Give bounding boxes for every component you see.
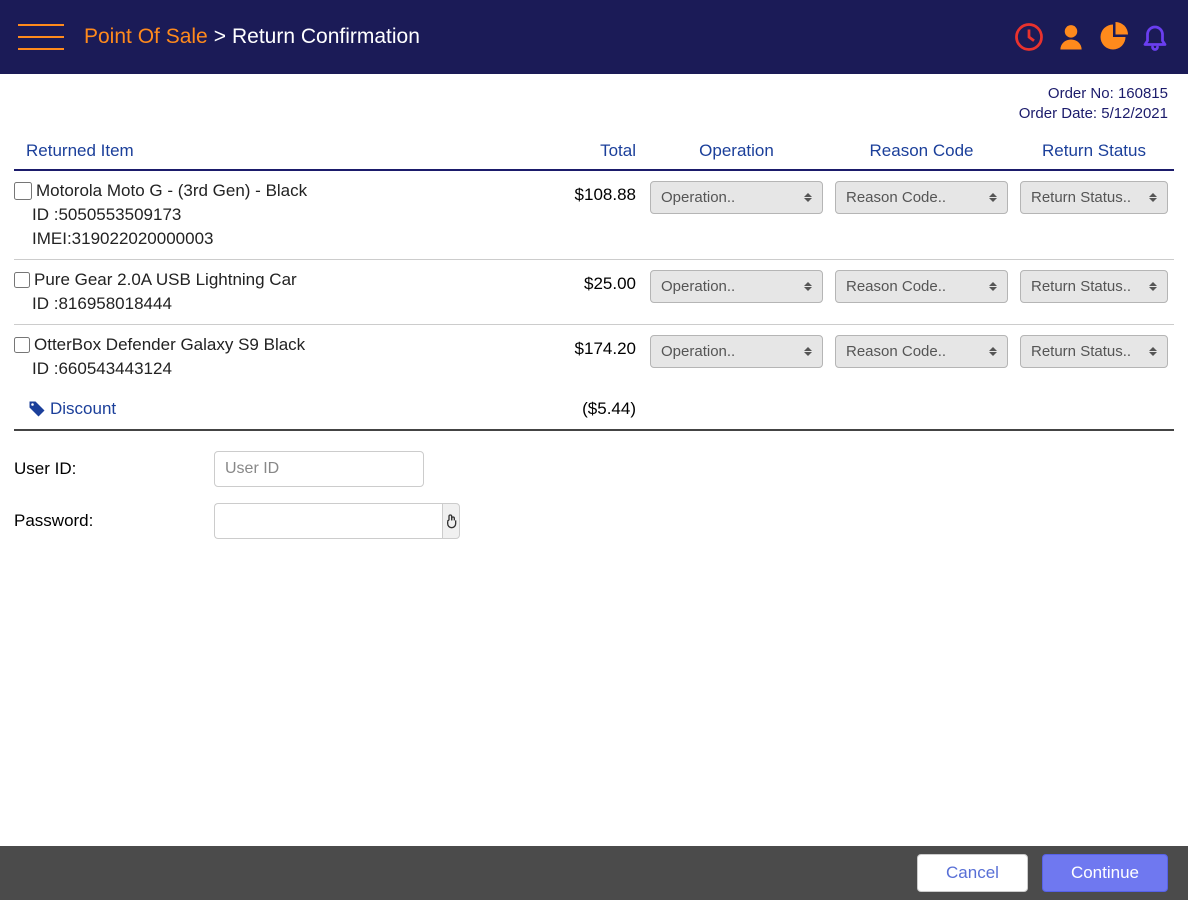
table-row: Motorola Moto G - (3rd Gen) - Black ID :… — [14, 171, 1174, 260]
header-reason: Reason Code — [829, 141, 1014, 161]
item-total: $108.88 — [514, 181, 644, 205]
item-total: $25.00 — [514, 270, 644, 294]
item-id-label: ID : — [32, 359, 58, 378]
discount-label[interactable]: Discount — [28, 399, 514, 419]
breadcrumb-page: Return Confirmation — [232, 25, 420, 49]
password-label: Password: — [14, 511, 204, 531]
table-headers: Returned Item Total Operation Reason Cod… — [14, 133, 1174, 171]
status-dropdown[interactable]: Return Status.. — [1020, 181, 1168, 214]
user-id-row: User ID: — [14, 451, 1174, 487]
item-name: Motorola Moto G - (3rd Gen) - Black — [36, 181, 307, 201]
item-name: OtterBox Defender Galaxy S9 Black — [34, 335, 305, 355]
user-icon[interactable] — [1056, 22, 1086, 52]
item-imei-label: IMEI: — [32, 229, 72, 248]
status-dropdown[interactable]: Return Status.. — [1020, 270, 1168, 303]
bell-icon[interactable] — [1140, 22, 1170, 52]
top-bar: Point Of Sale > Return Confirmation — [0, 0, 1188, 74]
sort-icon — [804, 347, 812, 356]
item-id: 5050553509173 — [58, 205, 181, 224]
item-total: $174.20 — [514, 335, 644, 359]
breadcrumb-separator: > — [214, 25, 226, 49]
sort-icon — [804, 193, 812, 202]
row-checkbox[interactable] — [14, 272, 30, 288]
breadcrumb-root[interactable]: Point Of Sale — [84, 25, 208, 49]
row-checkbox[interactable] — [14, 337, 30, 353]
reason-dropdown[interactable]: Reason Code.. — [835, 270, 1008, 303]
user-id-label: User ID: — [14, 459, 204, 479]
sort-icon — [989, 193, 997, 202]
sort-icon — [804, 282, 812, 291]
password-row: Password: — [14, 503, 1174, 539]
sort-icon — [1149, 193, 1157, 202]
item-id-label: ID : — [32, 205, 58, 224]
item-id: 816958018444 — [58, 294, 171, 313]
status-dropdown[interactable]: Return Status.. — [1020, 335, 1168, 368]
show-password-button[interactable] — [442, 503, 460, 539]
order-no-label: Order No: — [1048, 85, 1118, 102]
footer-bar: Cancel Continue — [0, 846, 1188, 900]
user-id-input[interactable] — [214, 451, 424, 487]
operation-dropdown[interactable]: Operation.. — [650, 181, 823, 214]
operation-dropdown[interactable]: Operation.. — [650, 335, 823, 368]
header-total: Total — [514, 141, 644, 161]
clock-icon[interactable] — [1014, 22, 1044, 52]
table-row: OtterBox Defender Galaxy S9 Black ID :66… — [14, 325, 1174, 389]
item-id-label: ID : — [32, 294, 58, 313]
discount-row: Discount ($5.44) — [14, 389, 1174, 431]
header-item: Returned Item — [14, 141, 514, 161]
sort-icon — [1149, 282, 1157, 291]
cancel-button[interactable]: Cancel — [917, 854, 1028, 892]
password-input[interactable] — [214, 503, 442, 539]
main-content: Returned Item Total Operation Reason Cod… — [0, 123, 1188, 846]
order-date-value: 5/12/2021 — [1101, 105, 1168, 122]
row-checkbox[interactable] — [14, 182, 32, 200]
top-icons — [1014, 22, 1170, 52]
item-imei: 319022020000003 — [72, 229, 214, 248]
pointer-icon — [443, 513, 459, 529]
order-info: Order No: 160815 Order Date: 5/12/2021 — [0, 74, 1188, 123]
header-status: Return Status — [1014, 141, 1174, 161]
table-row: Pure Gear 2.0A USB Lightning Car ID :816… — [14, 260, 1174, 325]
hamburger-menu-icon[interactable] — [18, 24, 64, 50]
sort-icon — [1149, 347, 1157, 356]
order-date-label: Order Date: — [1019, 105, 1102, 122]
sort-icon — [989, 347, 997, 356]
header-operation: Operation — [644, 141, 829, 161]
item-id: 660543443124 — [58, 359, 171, 378]
sort-icon — [989, 282, 997, 291]
reason-dropdown[interactable]: Reason Code.. — [835, 335, 1008, 368]
pie-chart-icon[interactable] — [1098, 22, 1128, 52]
order-no-value: 160815 — [1118, 85, 1168, 102]
continue-button[interactable]: Continue — [1042, 854, 1168, 892]
item-name: Pure Gear 2.0A USB Lightning Car — [34, 270, 297, 290]
breadcrumb: Point Of Sale > Return Confirmation — [84, 25, 420, 49]
reason-dropdown[interactable]: Reason Code.. — [835, 181, 1008, 214]
tag-icon — [28, 400, 46, 418]
discount-amount: ($5.44) — [514, 399, 644, 419]
operation-dropdown[interactable]: Operation.. — [650, 270, 823, 303]
